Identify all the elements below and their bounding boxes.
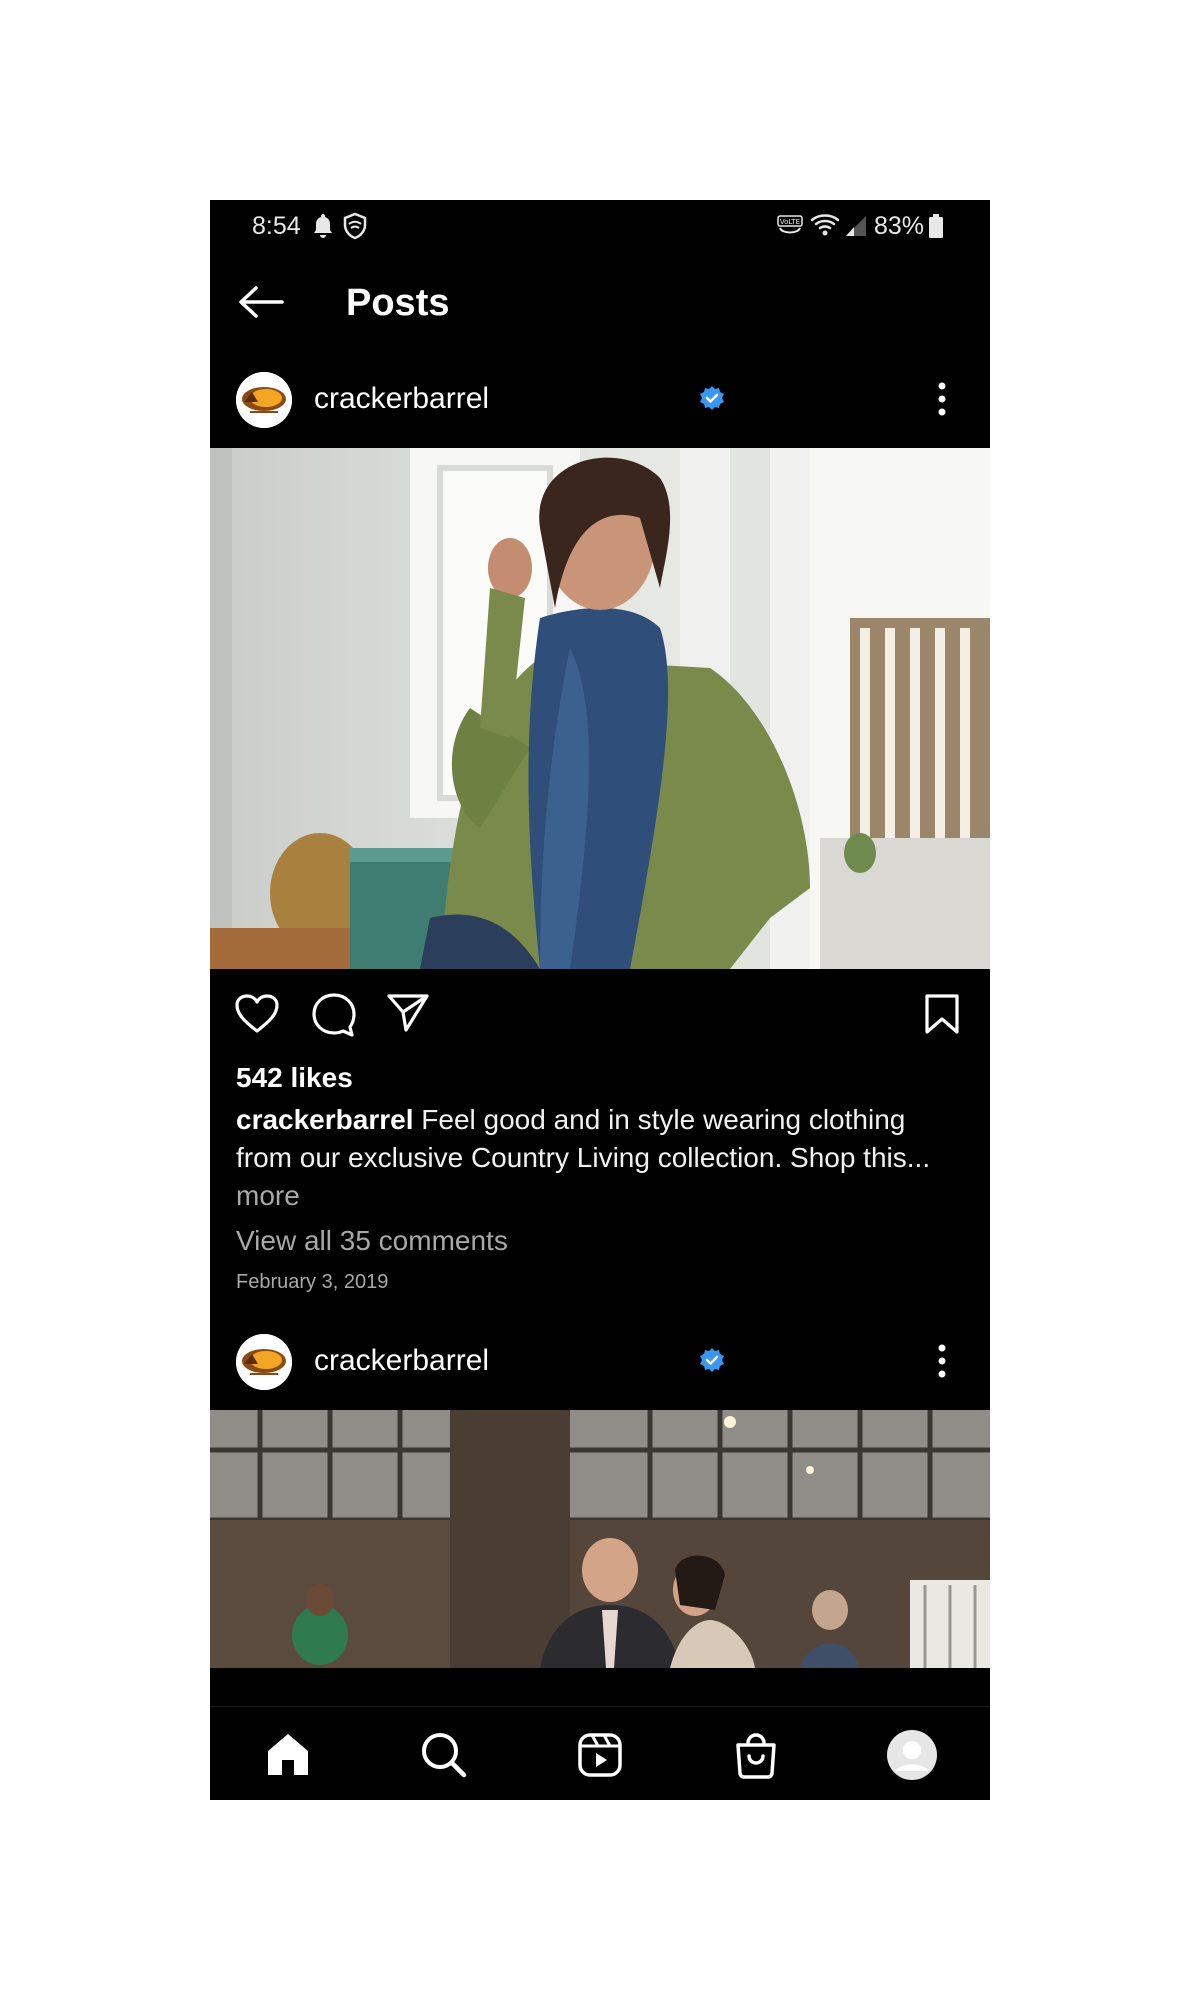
post-username[interactable]: crackerbarrel: [314, 1344, 489, 1378]
post-date: February 3, 2019: [236, 1271, 389, 1293]
shop-icon[interactable]: [730, 1729, 782, 1781]
profile-avatar[interactable]: [886, 1729, 938, 1781]
more-options-icon[interactable]: [936, 380, 948, 423]
post-caption: crackerbarrel Feel good and in style wea…: [236, 1101, 966, 1215]
reels-icon[interactable]: [574, 1729, 626, 1781]
caption-more-link[interactable]: more: [236, 1180, 300, 1211]
bottom-navigation: [210, 1706, 990, 1800]
post-image[interactable]: [210, 1410, 990, 1668]
heart-icon[interactable]: [234, 993, 280, 1040]
page-title: Posts: [346, 282, 450, 324]
bookmark-icon[interactable]: [924, 993, 960, 1040]
home-icon[interactable]: [262, 1729, 314, 1781]
avatar[interactable]: [236, 372, 292, 428]
battery-icon: [928, 214, 944, 243]
phone-screen: 8:54 VoLTE 83% Posts crackerbarrel 542 l…: [210, 200, 990, 1800]
signal-icon: [842, 214, 868, 243]
verified-badge-icon: [699, 1347, 725, 1378]
shield-icon: [342, 212, 368, 245]
status-bar: 8:54 VoLTE 83%: [210, 200, 990, 252]
battery-percent: 83%: [874, 212, 925, 240]
likes-count[interactable]: 542 likes: [236, 1062, 353, 1094]
verified-badge-icon: [699, 385, 725, 416]
volte-icon: VoLTE: [776, 214, 804, 243]
back-arrow-icon[interactable]: [238, 286, 284, 323]
comment-icon[interactable]: [310, 993, 356, 1042]
post-actions: [210, 977, 990, 1037]
caption-username[interactable]: crackerbarrel: [236, 1104, 413, 1135]
svg-text:VoLTE: VoLTE: [780, 218, 800, 226]
more-options-icon[interactable]: [936, 1342, 948, 1385]
post-header: crackerbarrel: [210, 1314, 990, 1410]
top-bar: Posts: [210, 252, 990, 352]
post-image[interactable]: [210, 448, 990, 969]
post-username[interactable]: crackerbarrel: [314, 382, 489, 416]
wifi-icon: [810, 212, 840, 243]
avatar[interactable]: [236, 1334, 292, 1390]
post-header: crackerbarrel: [210, 352, 990, 448]
share-icon[interactable]: [386, 993, 430, 1038]
bell-icon: [311, 212, 335, 245]
search-icon[interactable]: [418, 1729, 470, 1781]
view-comments-link[interactable]: View all 35 comments: [236, 1225, 508, 1257]
status-time: 8:54: [252, 212, 301, 240]
